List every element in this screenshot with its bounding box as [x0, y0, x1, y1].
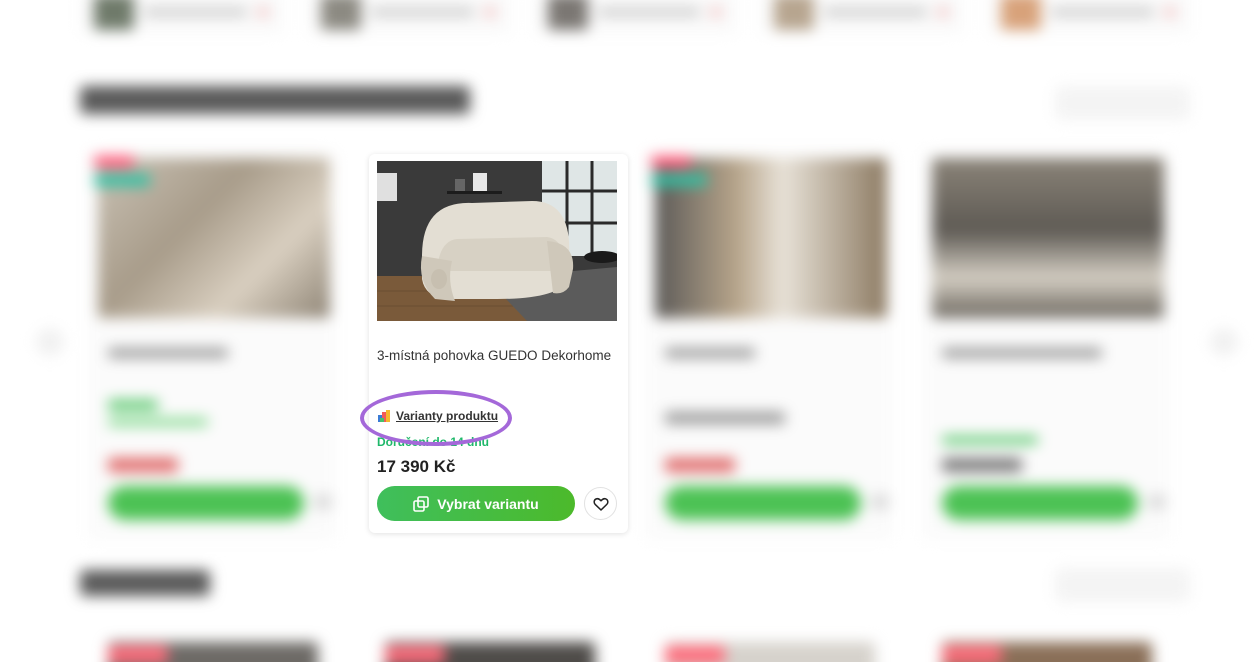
blurred-background	[0, 0, 1260, 662]
choose-variant-button[interactable]: Vybrat variantu	[377, 486, 575, 521]
chevron-left-icon[interactable]	[36, 328, 64, 356]
copy-icon	[413, 495, 430, 512]
highlight-ring	[360, 390, 512, 446]
choose-variant-label: Vybrat variantu	[437, 495, 539, 512]
product-card[interactable]	[645, 150, 893, 540]
recent-item[interactable]	[987, 0, 1190, 34]
section-more-button[interactable]	[1055, 568, 1190, 602]
chevron-right-icon[interactable]	[1210, 328, 1238, 356]
recent-item[interactable]	[306, 0, 510, 34]
recently-viewed-strip	[80, 0, 1190, 40]
heart-icon	[592, 497, 609, 511]
wishlist-button[interactable]	[584, 487, 617, 520]
product-card-focused[interactable]: 3-místná pohovka GUEDO Dekorhome Variant…	[369, 154, 628, 533]
product-image[interactable]	[377, 161, 617, 321]
product-card[interactable]	[88, 150, 336, 540]
product-name[interactable]: 3-místná pohovka GUEDO Dekorhome	[377, 348, 623, 363]
section-more-button[interactable]	[1055, 86, 1190, 120]
recent-item[interactable]	[533, 0, 737, 34]
recent-item[interactable]	[80, 0, 283, 34]
recent-item[interactable]	[760, 0, 964, 34]
product-price: 17 390 Kč	[377, 457, 456, 476]
section-title-blurred	[80, 570, 210, 596]
product-card[interactable]	[922, 150, 1170, 540]
section-title-blurred	[80, 86, 470, 114]
